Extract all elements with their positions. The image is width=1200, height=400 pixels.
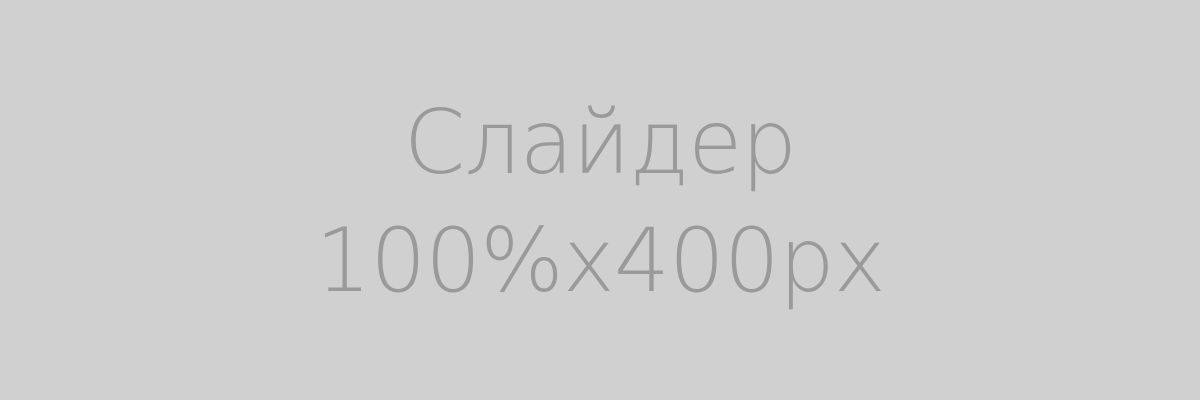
slider-dimensions: 100%x400px xyxy=(315,209,886,312)
slider-title: Слайдер xyxy=(403,91,797,194)
slider-placeholder: Слайдер 100%x400px xyxy=(0,0,1200,400)
